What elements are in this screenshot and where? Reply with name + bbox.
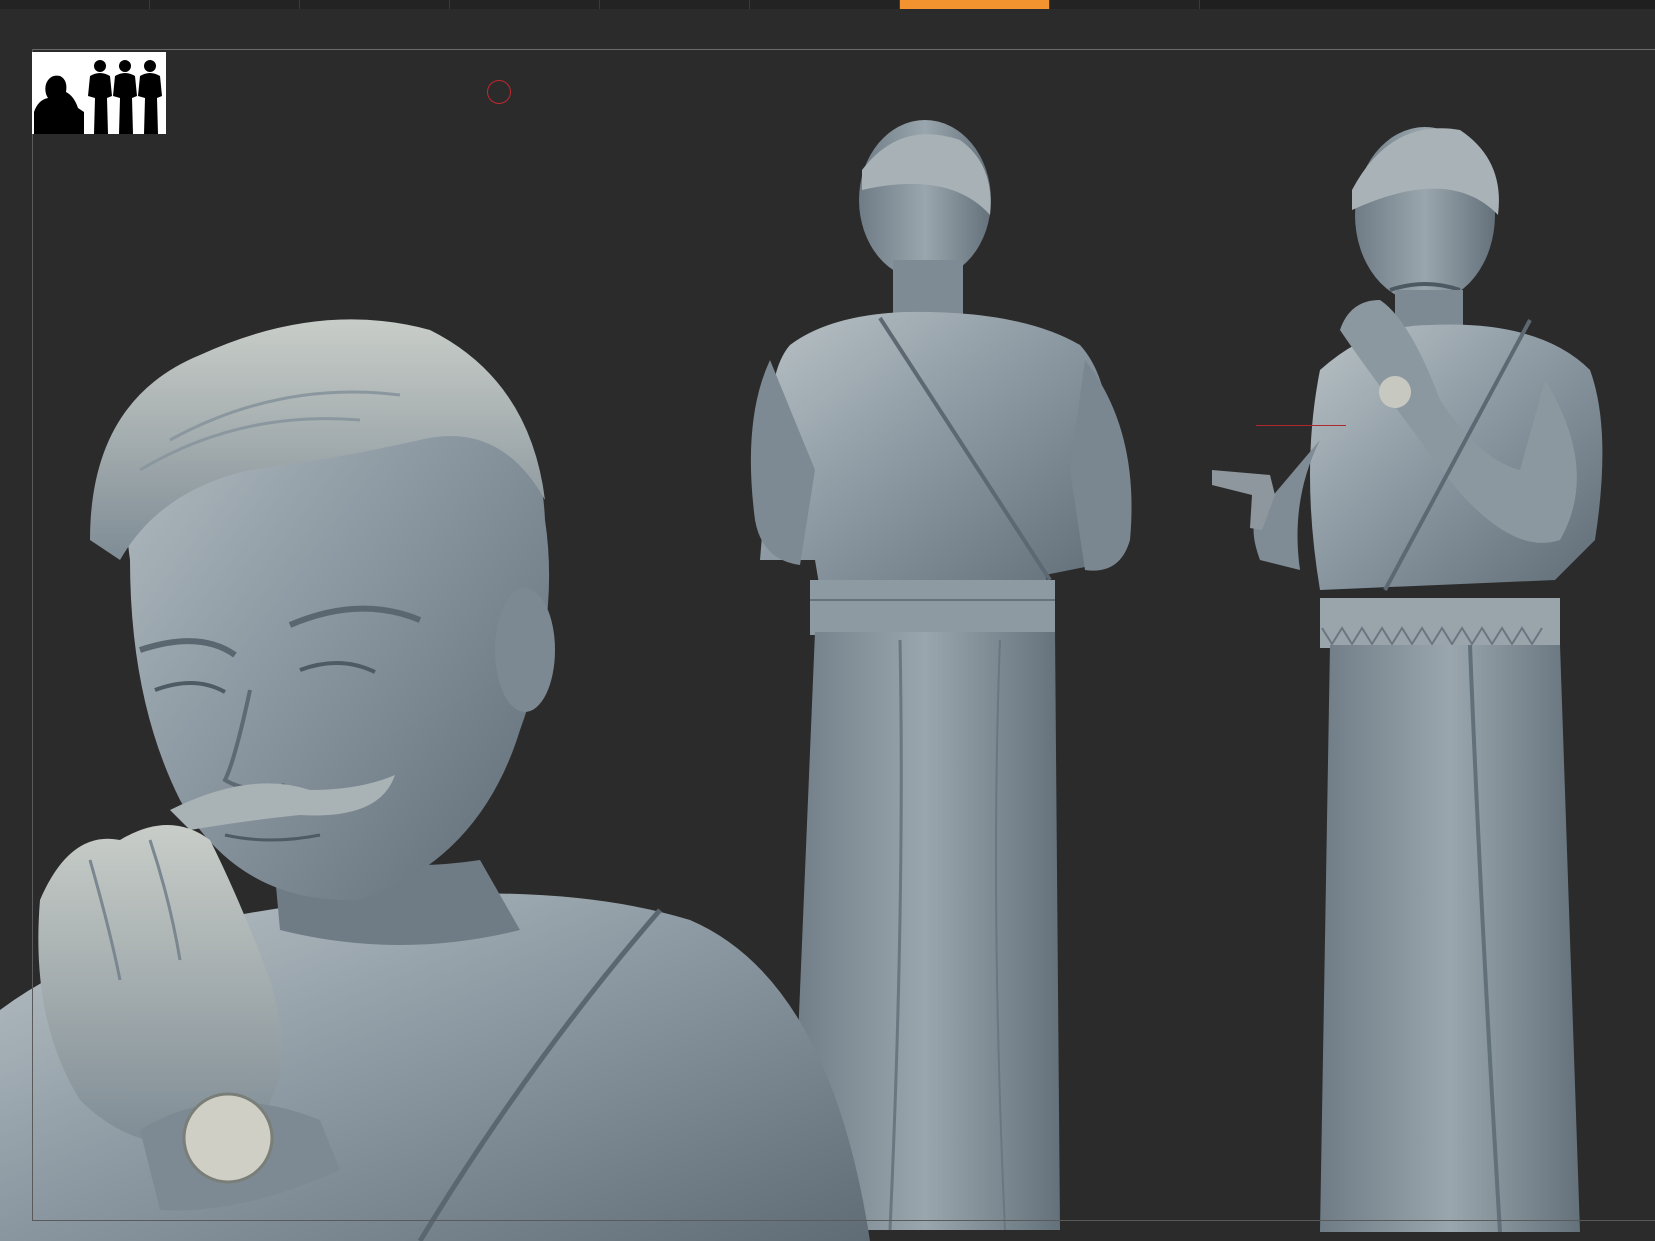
front-lungi <box>1320 645 1580 1232</box>
brush-cursor-icon <box>487 80 511 104</box>
sculpt-app-window <box>0 0 1655 1241</box>
back-belt <box>810 580 1055 635</box>
figure-front-view <box>1212 127 1603 1233</box>
bust-watch-face <box>182 1092 274 1184</box>
front-watch <box>1379 376 1411 408</box>
back-torso <box>760 311 1120 590</box>
front-bullet-belt <box>1320 598 1560 648</box>
viewport-frame-top <box>32 49 1655 50</box>
back-neck <box>893 260 963 320</box>
silhouette-thumbnail[interactable] <box>32 52 166 134</box>
transpose-line <box>1256 425 1346 426</box>
bust-ear <box>495 588 555 712</box>
figure-bust-closeup <box>0 319 870 1241</box>
viewport-frame-bottom <box>32 1220 1655 1221</box>
viewport-frame-left <box>32 49 33 1221</box>
silhouette-icon <box>34 60 162 134</box>
sculpt-viewport[interactable] <box>0 0 1655 1241</box>
